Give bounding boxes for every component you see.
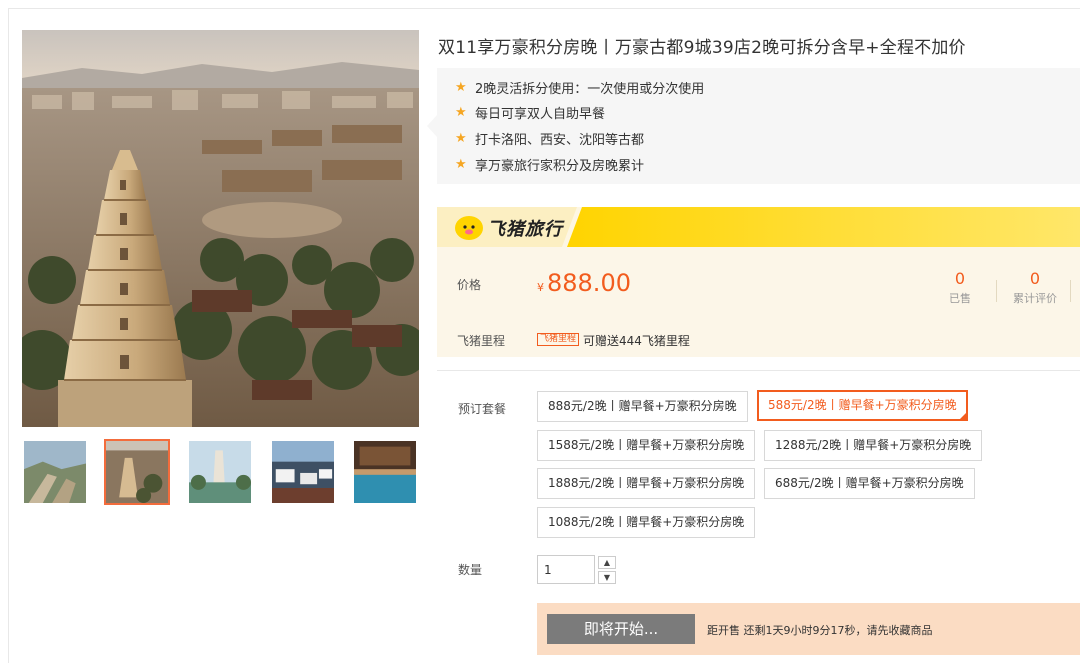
quantity-increment-button[interactable]: ▲ bbox=[598, 556, 616, 569]
feature-item: ★ 2晚灵活拆分使用：一次使用或分次使用 bbox=[455, 77, 704, 97]
package-option[interactable]: 888元/2晚丨赠早餐+万豪积分房晚 bbox=[537, 391, 748, 422]
quantity-decrement-button[interactable]: ▼ bbox=[598, 571, 616, 584]
thumbnail-pagoda[interactable] bbox=[104, 439, 170, 505]
star-icon: ★ bbox=[455, 130, 467, 146]
main-product-image bbox=[22, 30, 419, 427]
quantity-label: 数量 bbox=[458, 563, 483, 577]
feature-item: ★ 打卡洛阳、西安、沈阳等古都 bbox=[455, 128, 644, 148]
feature-text: 2晚灵活拆分使用：一次使用或分次使用 bbox=[475, 81, 705, 97]
thumbnail-restaurant[interactable] bbox=[270, 439, 336, 505]
feature-list: ★ 2晚灵活拆分使用：一次使用或分次使用 ★ 每日可享双人自助早餐 ★ 打卡洛阳… bbox=[427, 68, 1080, 184]
package-label: 预订套餐 bbox=[458, 402, 507, 416]
brand-name: 飞猪旅行 bbox=[487, 219, 563, 240]
star-icon: ★ bbox=[455, 79, 467, 95]
feature-item: ★ 每日可享双人自助早餐 bbox=[455, 102, 605, 122]
price-panel: 价格 ¥ 888.00 0 已售 0 累计评价 bbox=[437, 247, 1080, 321]
review-label: 累计评价 bbox=[1013, 292, 1057, 305]
currency-symbol: ¥ bbox=[537, 281, 544, 294]
stat-divider bbox=[996, 280, 997, 302]
stat-divider bbox=[1070, 280, 1071, 302]
chevron-down-icon: ▼ bbox=[603, 573, 611, 582]
feature-text: 打卡洛阳、西安、沈阳等古都 bbox=[475, 132, 645, 148]
package-option[interactable]: 1088元/2晚丨赠早餐+万豪积分房晚 bbox=[537, 507, 756, 538]
thumbnail-pool[interactable] bbox=[352, 439, 418, 505]
product-title: 双11享万豪积分房晚丨万豪古都9城39店2晚可拆分含早+全程不加价 bbox=[438, 38, 966, 58]
feature-item: ★ 享万豪旅行家积分及房晚累计 bbox=[455, 154, 644, 174]
price-label: 价格 bbox=[457, 278, 482, 292]
miles-row: 飞猪里程 飞猪里程 可赠送444飞猪里程 bbox=[437, 321, 1080, 357]
section-divider bbox=[437, 370, 1080, 371]
review-stat[interactable]: 0 累计评价 bbox=[1005, 269, 1065, 306]
miles-badge: 飞猪里程 bbox=[537, 333, 580, 346]
package-option[interactable]: 1588元/2晚丨赠早餐+万豪积分房晚 bbox=[537, 430, 756, 461]
package-option[interactable]: 1888元/2晚丨赠早餐+万豪积分房晚 bbox=[537, 468, 756, 499]
price-value: ¥ 888.00 bbox=[537, 269, 631, 297]
star-icon: ★ bbox=[455, 104, 467, 120]
fliggy-mascot-icon bbox=[455, 216, 483, 240]
feature-text: 享万豪旅行家积分及房晚累计 bbox=[475, 158, 645, 174]
thumbnail-tower-lake[interactable] bbox=[187, 439, 253, 505]
thumbnail-strip bbox=[22, 439, 419, 507]
chevron-up-icon: ▲ bbox=[603, 558, 611, 567]
countdown-text: 距开售 还剩1天9小时9分17秒，请先收藏商品 bbox=[707, 624, 933, 637]
miles-text: 可赠送444飞猪里程 bbox=[583, 334, 690, 348]
sold-stat: 0 已售 bbox=[935, 269, 985, 306]
sold-count: 0 bbox=[954, 269, 966, 288]
review-count: 0 bbox=[1029, 269, 1041, 288]
sold-label: 已售 bbox=[949, 292, 971, 305]
brand-banner: 飞猪旅行 bbox=[437, 207, 1080, 247]
coming-soon-button[interactable]: 即将开始... bbox=[547, 614, 695, 644]
quantity-input[interactable] bbox=[537, 555, 595, 584]
buy-bar: 即将开始... 距开售 还剩1天9小时9分17秒，请先收藏商品 bbox=[537, 603, 1080, 655]
miles-label: 飞猪里程 bbox=[457, 334, 506, 348]
package-option[interactable]: 688元/2晚丨赠早餐+万豪积分房晚 bbox=[764, 468, 975, 499]
star-icon: ★ bbox=[455, 156, 467, 172]
package-option[interactable]: 1288元/2晚丨赠早餐+万豪积分房晚 bbox=[764, 430, 983, 461]
feature-text: 每日可享双人自助早餐 bbox=[475, 106, 606, 122]
package-option-selected[interactable]: 588元/2晚丨赠早餐+万豪积分房晚 bbox=[757, 390, 968, 421]
thumbnail-great-wall[interactable] bbox=[22, 439, 88, 505]
price-amount: 888.00 bbox=[547, 269, 631, 297]
fliggy-logo: 飞猪旅行 bbox=[455, 215, 563, 241]
